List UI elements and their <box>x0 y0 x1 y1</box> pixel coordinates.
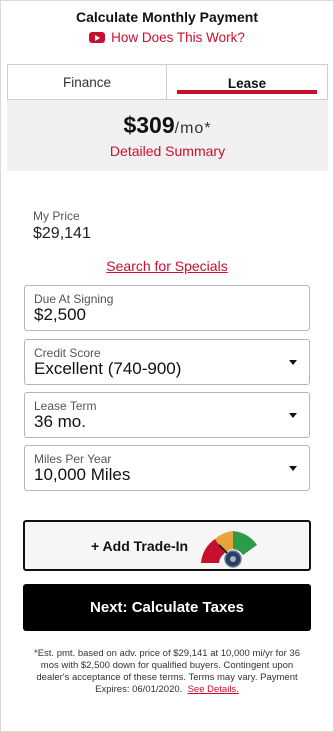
payment-summary: $309/mo* Detailed Summary <box>7 100 328 171</box>
chevron-down-icon <box>289 466 297 471</box>
credit-score-label: Credit Score <box>34 346 101 360</box>
add-trade-in-label: + Add Trade-In <box>91 538 189 554</box>
my-price-value: $29,141 <box>33 225 91 242</box>
chevron-down-icon <box>289 413 297 418</box>
due-at-signing-value: $2,500 <box>34 305 86 324</box>
miles-per-year-value: 10,000 Miles <box>34 465 131 484</box>
chevron-down-icon <box>289 360 297 365</box>
next-calculate-taxes-button[interactable]: Next: Calculate Taxes <box>23 584 311 631</box>
credit-score-select[interactable]: Credit Score Excellent (740-900) <box>24 339 310 385</box>
due-at-signing-label: Due At Signing <box>34 292 114 306</box>
how-does-this-work-link[interactable]: How Does This Work? <box>0 30 334 45</box>
lease-term-label: Lease Term <box>34 399 97 413</box>
tab-lease-label: Lease <box>227 76 267 91</box>
credit-score-value: Excellent (740-900) <box>34 359 182 378</box>
monthly-payment: $309/mo* <box>7 112 328 139</box>
tab-lease[interactable]: Lease <box>167 64 328 100</box>
see-details-link[interactable]: See Details. <box>188 684 239 695</box>
how-link-label: How Does This Work? <box>111 30 245 45</box>
search-specials-link[interactable]: Search for Specials <box>0 258 334 274</box>
trade-in-gauge-icon <box>201 531 257 568</box>
miles-per-year-label: Miles Per Year <box>34 452 112 466</box>
active-tab-indicator <box>177 90 317 94</box>
page-title: Calculate Monthly Payment <box>75 9 259 25</box>
due-at-signing-field[interactable]: Due At Signing $2,500 <box>24 285 310 331</box>
monthly-payment-amount: $309 <box>123 112 175 138</box>
monthly-payment-unit: /mo* <box>174 120 212 137</box>
lease-term-value: 36 mo. <box>34 412 86 431</box>
detailed-summary-link[interactable]: Detailed Summary <box>7 143 328 159</box>
disclaimer-text: *Est. pmt. based on adv. price of $29,14… <box>24 648 310 696</box>
tab-finance[interactable]: Finance <box>7 64 167 100</box>
payment-type-tabs: Finance Lease <box>7 64 328 100</box>
lease-term-select[interactable]: Lease Term 36 mo. <box>24 392 310 438</box>
add-trade-in-button[interactable]: + Add Trade-In <box>23 520 311 571</box>
miles-per-year-select[interactable]: Miles Per Year 10,000 Miles <box>24 445 310 491</box>
my-price-label: My Price <box>33 209 80 223</box>
disclaimer-body: *Est. pmt. based on adv. price of $29,14… <box>34 648 300 695</box>
video-play-icon <box>89 32 106 43</box>
